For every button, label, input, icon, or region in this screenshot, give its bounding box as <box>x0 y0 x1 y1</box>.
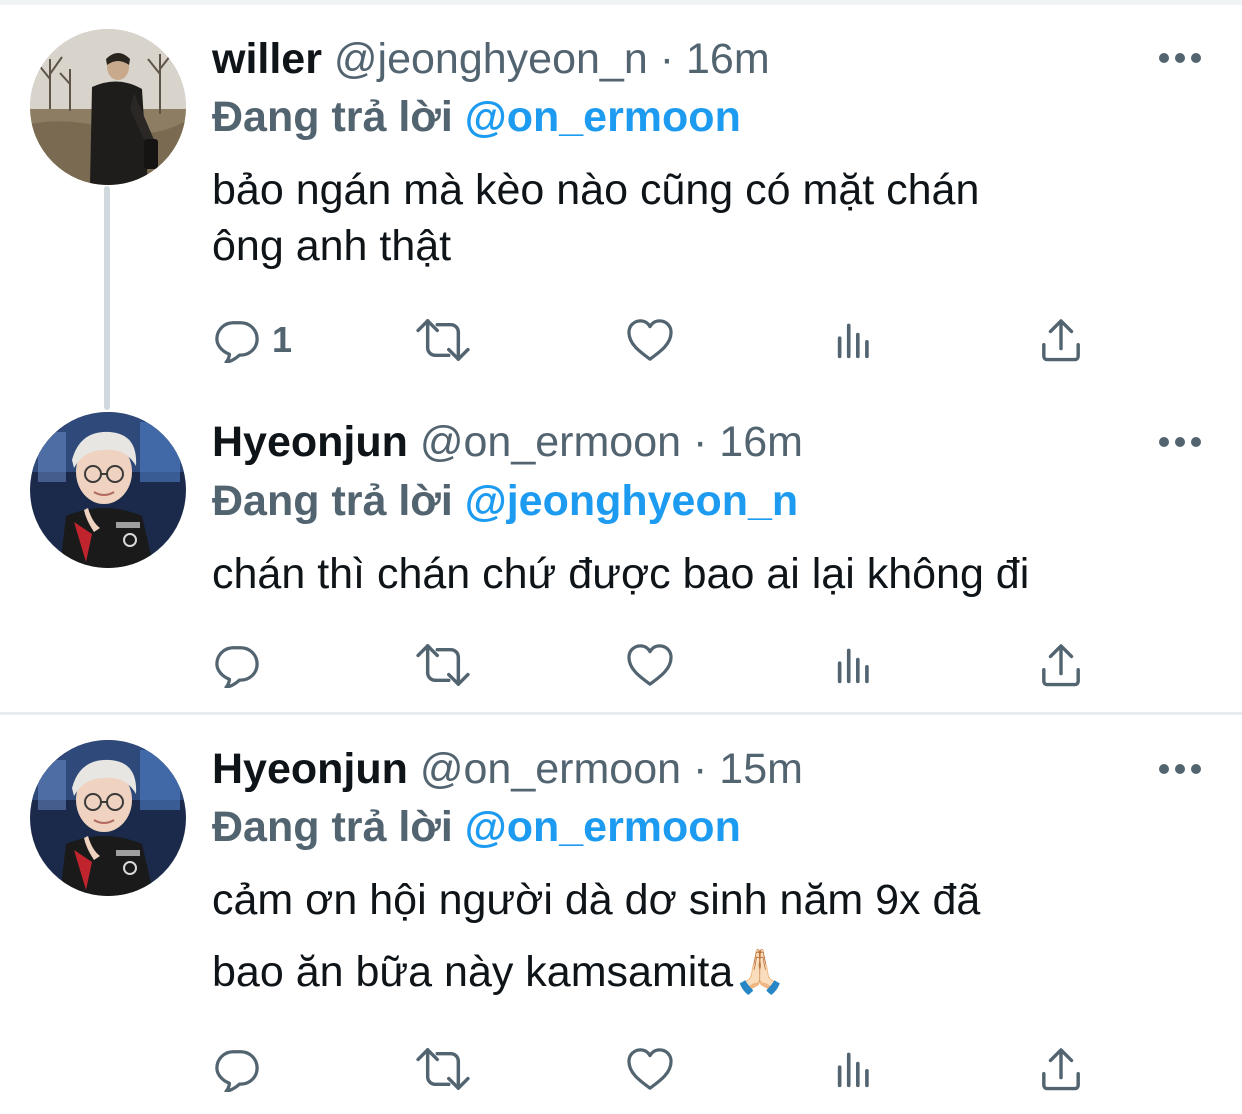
views-button[interactable] <box>836 638 876 692</box>
tweet-text-line: bảo ngán mà kèo nào cũng có mặt chán <box>212 166 980 214</box>
share-upload-icon <box>1040 643 1082 687</box>
heart-icon <box>626 1047 674 1091</box>
more-dots-icon[interactable] <box>1158 48 1202 68</box>
tweet-text-line: bao ăn bữa này kamsamita🙏🏻 <box>212 948 787 996</box>
action-bar: 1 <box>0 313 1242 367</box>
replying-to-label: Đang trả lời <box>212 803 453 851</box>
reply-button[interactable]: 1 <box>214 313 292 367</box>
avatar[interactable] <box>30 412 186 568</box>
views-bar-chart-icon <box>836 645 876 685</box>
retweet-icon <box>414 1046 472 1092</box>
reply-count: 1 <box>272 319 293 360</box>
reply-bubble-icon <box>214 1046 260 1092</box>
views-bar-chart-icon <box>836 320 876 360</box>
replying-to-label: Đang trả lời <box>212 93 453 141</box>
share-button[interactable] <box>1040 313 1082 367</box>
mention-link[interactable]: @jeonghyeon_n <box>465 477 798 525</box>
share-upload-icon <box>1040 1047 1082 1091</box>
like-button[interactable] <box>626 1042 674 1096</box>
heart-icon <box>626 643 674 687</box>
share-button[interactable] <box>1040 1042 1082 1096</box>
replying-to-label: Đang trả lời <box>212 477 453 525</box>
mention-link[interactable]: @on_ermoon <box>465 803 741 851</box>
action-bar <box>0 638 1242 692</box>
like-button[interactable] <box>626 638 674 692</box>
heart-icon <box>626 318 674 362</box>
retweet-icon <box>414 642 472 688</box>
views-bar-chart-icon <box>836 1049 876 1089</box>
replying-to: Đang trả lời @on_ermoon <box>212 802 741 852</box>
timestamp[interactable]: 16m <box>719 418 803 466</box>
action-bar <box>0 1042 1242 1096</box>
user-handle[interactable]: @on_ermoon <box>420 745 681 793</box>
tweet[interactable]: Hyeonjun @on_ermoon · 16m Đang trả lời @… <box>0 400 1242 712</box>
separator-dot: · <box>659 35 675 83</box>
reply-button[interactable] <box>214 1042 260 1096</box>
like-button[interactable] <box>626 313 674 367</box>
separator-dot: · <box>693 418 708 466</box>
tweet-text: bảo ngán mà kèo nào cũng có mặt chán ông… <box>212 162 1212 274</box>
reply-bubble-icon <box>214 642 260 688</box>
user-handle[interactable]: @jeonghyeon_n <box>334 35 648 83</box>
views-button[interactable] <box>836 1042 876 1096</box>
retweet-button[interactable] <box>414 638 472 692</box>
more-dots-icon[interactable] <box>1158 432 1202 452</box>
display-name[interactable]: Hyeonjun <box>212 418 408 466</box>
share-button[interactable] <box>1040 638 1082 692</box>
tweet-text: cảm ơn hội người dà dơ sinh năm 9x đã ba… <box>212 872 1212 1000</box>
tweet-text-line: chán thì chán chứ được bao ai lại không … <box>212 550 1030 598</box>
tweet-text-line: ông anh thật <box>212 222 452 270</box>
tweet-header: willer @jeonghyeon_n · 16m <box>212 34 770 84</box>
more-dots-icon[interactable] <box>1158 759 1202 779</box>
mention-link[interactable]: @on_ermoon <box>465 93 741 141</box>
timestamp[interactable]: 15m <box>719 745 803 793</box>
reply-button[interactable] <box>214 638 260 692</box>
avatar-photo-hyeonjun <box>30 740 186 896</box>
user-handle[interactable]: @on_ermoon <box>420 418 681 466</box>
reply-bubble-icon <box>214 317 260 363</box>
retweet-button[interactable] <box>414 1042 472 1096</box>
tweet-header: Hyeonjun @on_ermoon · 16m <box>212 417 803 467</box>
avatar[interactable] <box>30 740 186 896</box>
retweet-icon <box>414 317 472 363</box>
avatar-photo-hyeonjun <box>30 412 186 568</box>
timestamp[interactable]: 16m <box>686 35 770 83</box>
tweet[interactable]: willer @jeonghyeon_n · 16m Đang trả lời … <box>0 0 1242 400</box>
display-name[interactable]: willer <box>212 35 322 83</box>
replying-to: Đang trả lời @jeonghyeon_n <box>212 476 798 526</box>
tweet-header: Hyeonjun @on_ermoon · 15m <box>212 744 803 794</box>
tweet[interactable]: Hyeonjun @on_ermoon · 15m Đang trả lời @… <box>0 714 1242 1114</box>
share-upload-icon <box>1040 318 1082 362</box>
tweet-text-line: cảm ơn hội người dà dơ sinh năm 9x đã <box>212 876 981 924</box>
retweet-button[interactable] <box>414 313 472 367</box>
avatar[interactable] <box>30 29 186 185</box>
display-name[interactable]: Hyeonjun <box>212 745 408 793</box>
tweet-text: chán thì chán chứ được bao ai lại không … <box>212 546 1212 602</box>
replying-to: Đang trả lời @on_ermoon <box>212 92 741 142</box>
views-button[interactable] <box>836 313 876 367</box>
separator-dot: · <box>693 745 708 793</box>
avatar-photo-willer <box>30 29 186 185</box>
